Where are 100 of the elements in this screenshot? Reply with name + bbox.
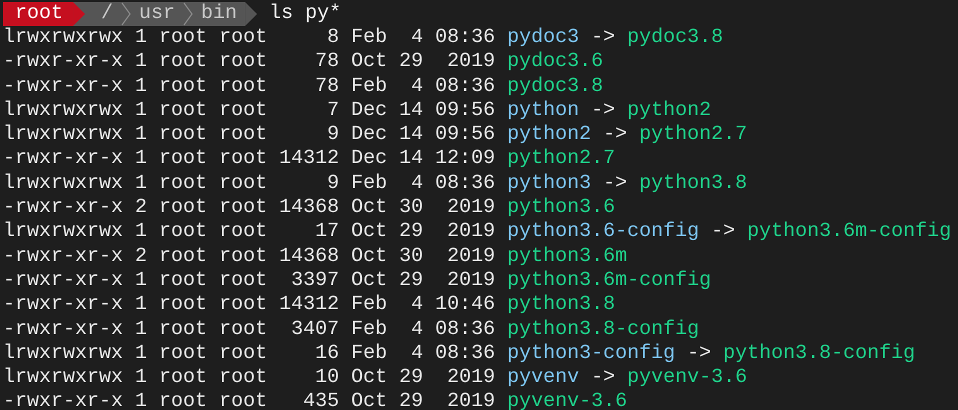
group-name: root	[219, 318, 268, 342]
path-part: /	[100, 2, 114, 26]
file-name: pydoc3.8	[507, 74, 604, 99]
link-target: pyvenv-3.6	[627, 366, 748, 390]
arrow-text: ->	[711, 220, 736, 245]
link-count: 1	[135, 293, 148, 318]
owner-name: root	[159, 390, 208, 410]
group-name: root	[219, 268, 268, 294]
link-target: python3.8	[639, 172, 748, 196]
link-count: 1	[135, 74, 148, 99]
file-size: 3397	[290, 268, 340, 294]
owner-name: root	[159, 172, 208, 196]
owner-name: root	[159, 147, 208, 172]
permissions-text: -rwxr-xr-x	[3, 50, 124, 75]
chevron-icon	[121, 2, 132, 26]
owner-name: root	[159, 220, 208, 245]
modified-date: Feb 4 08:36	[351, 172, 496, 196]
group-name: root	[219, 147, 268, 172]
group-name: root	[219, 293, 268, 318]
link-count: 2	[135, 244, 148, 269]
group-name: root	[219, 244, 268, 269]
owner-name: root	[159, 123, 208, 148]
file-size: 7	[326, 98, 340, 124]
permissions-text: lrwxrwxrwx	[3, 220, 124, 245]
arrow-text: ->	[591, 98, 616, 124]
link-target: python3.6m-config	[747, 220, 952, 245]
modified-date: Oct 29 2019	[351, 220, 496, 245]
permissions-text: -rwxr-xr-x	[3, 293, 124, 318]
file-name: python3	[507, 172, 592, 196]
modified-date: Feb 4 08:36	[351, 342, 496, 366]
file-name: python3.6	[507, 196, 616, 220]
arrow-text: ->	[603, 172, 628, 196]
link-count: 1	[135, 220, 148, 245]
file-size: 14368	[279, 244, 340, 269]
file-size: 17	[314, 220, 340, 245]
arrow-text: ->	[687, 342, 712, 366]
file-size: 78	[314, 74, 340, 99]
prompt-user: root	[3, 2, 74, 26]
link-target: pydoc3.8	[627, 26, 724, 50]
group-name: root	[219, 196, 268, 220]
link-count: 1	[135, 172, 148, 196]
path-part: usr	[138, 2, 176, 26]
permissions-text: -rwxr-xr-x	[3, 244, 124, 269]
owner-name: root	[159, 318, 208, 342]
permissions-text: lrwxrwxrwx	[3, 342, 124, 366]
group-name: root	[219, 26, 268, 50]
permissions-text: lrwxrwxrwx	[3, 366, 124, 390]
group-name: root	[219, 366, 268, 390]
permissions-text: lrwxrwxrwx	[3, 26, 124, 50]
group-name: root	[219, 220, 268, 245]
chevron-icon	[183, 2, 194, 26]
file-size: 14312	[279, 293, 340, 318]
file-size: 9	[326, 123, 340, 148]
file-name: pydoc3	[507, 26, 580, 50]
modified-date: Oct 30 2019	[351, 244, 496, 269]
link-count: 1	[135, 366, 148, 390]
group-name: root	[219, 342, 268, 366]
file-name: python2.7	[507, 147, 616, 172]
group-name: root	[219, 172, 268, 196]
link-count: 1	[135, 123, 148, 148]
modified-date: Oct 30 2019	[351, 196, 496, 220]
permissions-text: -rwxr-xr-x	[3, 318, 124, 342]
group-name: root	[219, 98, 268, 124]
group-name: root	[219, 50, 268, 75]
modified-date: Feb 4 08:36	[351, 74, 496, 99]
link-target: python2.7	[639, 123, 748, 148]
arrow-text: ->	[591, 366, 616, 390]
arrow-text: ->	[591, 26, 616, 50]
owner-name: root	[159, 342, 208, 366]
modified-date: Feb 4 08:36	[351, 26, 496, 50]
link-target: python2	[627, 98, 712, 124]
file-name: python3-config	[507, 342, 676, 366]
link-count: 1	[135, 26, 148, 50]
owner-name: root	[159, 98, 208, 124]
file-name: python3.8	[507, 293, 616, 318]
modified-date: Oct 29 2019	[351, 268, 496, 294]
file-name: python3.8-config	[507, 318, 700, 342]
link-count: 2	[135, 196, 148, 220]
arrow-text: ->	[603, 123, 628, 148]
owner-name: root	[159, 366, 208, 390]
permissions-text: lrwxrwxrwx	[3, 98, 124, 124]
file-name: pyvenv	[507, 366, 580, 390]
permissions-text: -rwxr-xr-x	[3, 147, 124, 172]
file-name: python2	[507, 123, 592, 148]
permissions-text: lrwxrwxrwx	[3, 172, 124, 196]
owner-name: root	[159, 196, 208, 220]
file-size: 14312	[279, 147, 340, 172]
link-target: python3.8-config	[723, 342, 916, 366]
link-count: 1	[135, 390, 148, 410]
link-count: 1	[135, 147, 148, 172]
permissions-text: -rwxr-xr-x	[3, 74, 124, 99]
file-name: python3.6m	[507, 244, 628, 269]
link-count: 1	[135, 318, 148, 342]
path-part: bin	[200, 2, 238, 26]
link-count: 1	[135, 50, 148, 75]
file-name: python	[507, 98, 580, 124]
file-size: 3407	[290, 318, 340, 342]
file-size: 10	[314, 366, 340, 390]
link-count: 1	[135, 98, 148, 124]
group-name: root	[219, 74, 268, 99]
